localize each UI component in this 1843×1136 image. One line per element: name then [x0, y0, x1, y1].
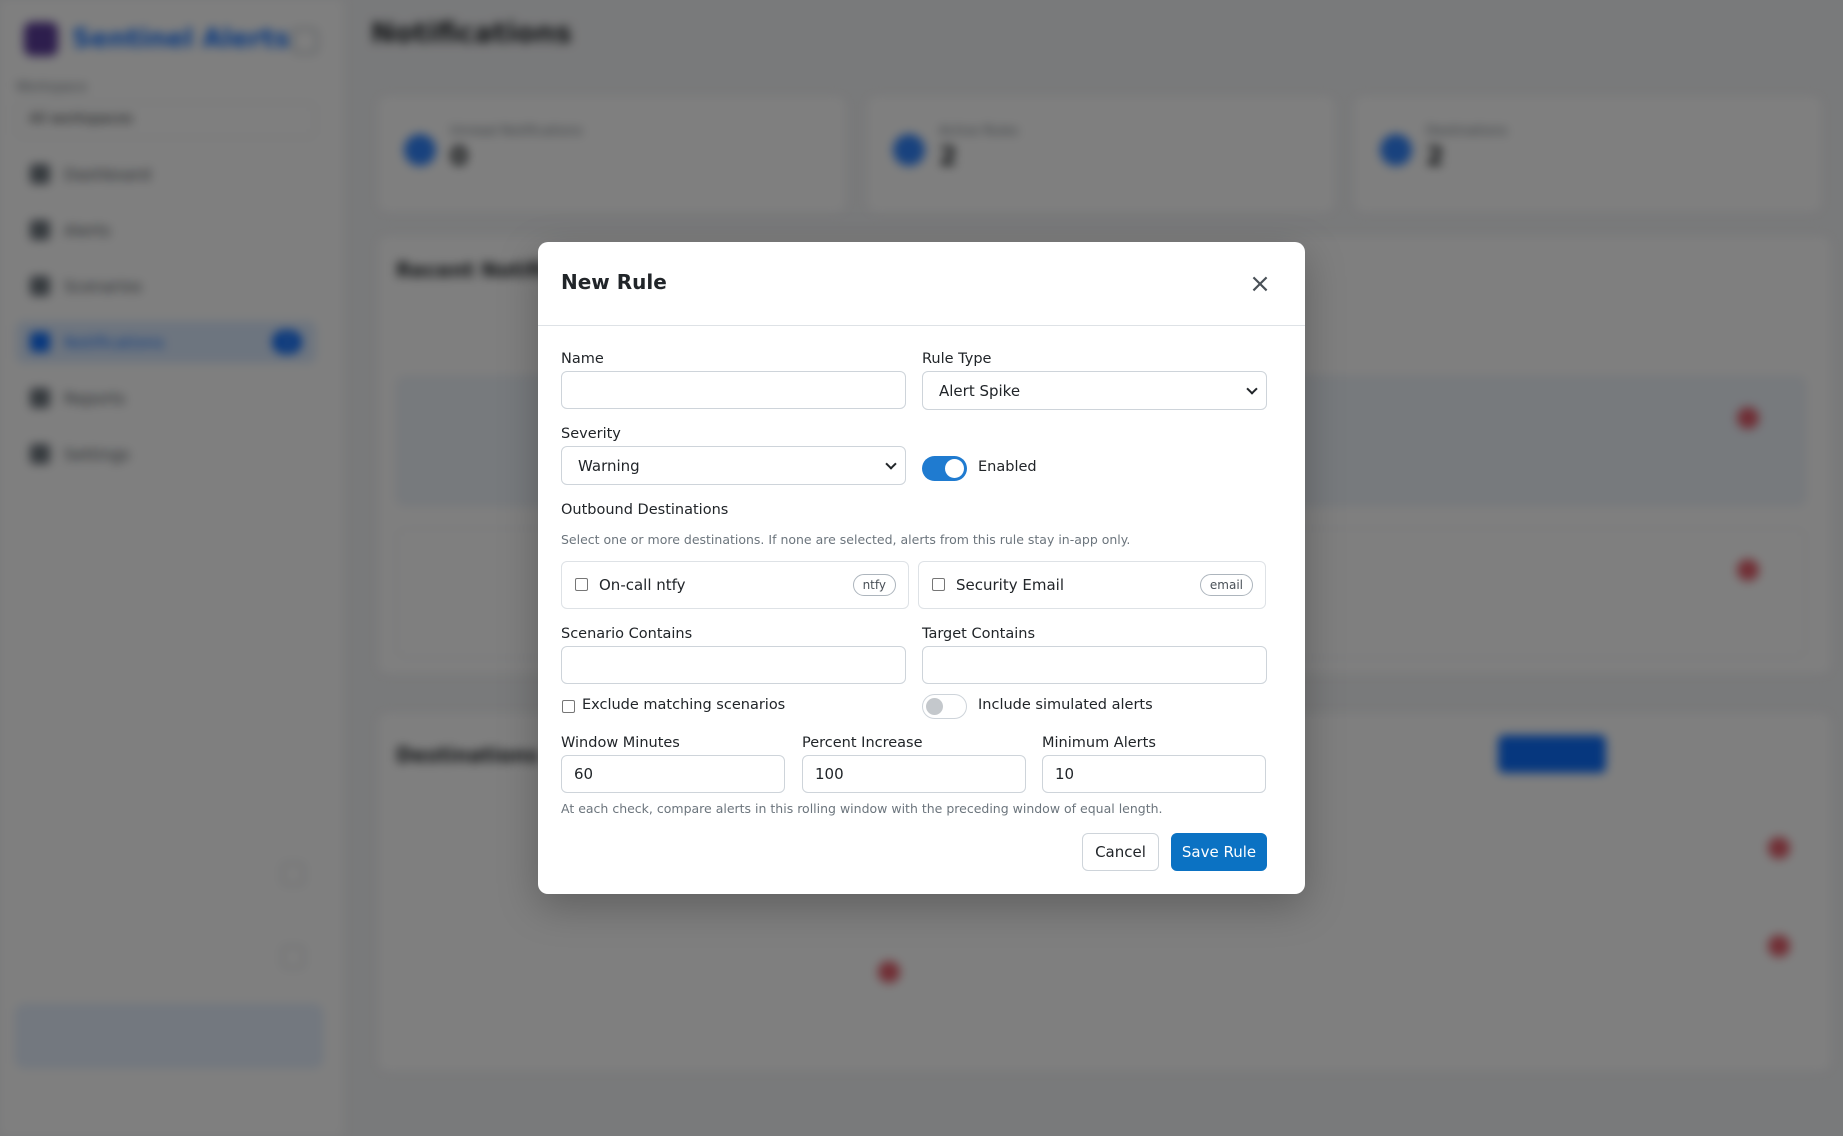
destination-type-badge: ntfy	[852, 574, 896, 596]
destination-name: On-call ntfy	[599, 576, 686, 594]
outbound-destinations-title: Outbound Destinations	[561, 502, 729, 518]
exclude-matching-checkbox[interactable]	[562, 700, 575, 713]
window-minutes-input[interactable]	[561, 755, 785, 793]
destination-type-badge: email	[1199, 574, 1253, 596]
destination-name: Security Email	[956, 576, 1064, 594]
destination-checkbox[interactable]	[575, 578, 588, 591]
window-minutes-label: Window Minutes	[561, 735, 680, 751]
include-simulated-label: Include simulated alerts	[978, 697, 1153, 713]
rule-type-select[interactable]: Alert Spike	[922, 371, 1267, 410]
target-contains-label: Target Contains	[922, 626, 1035, 642]
minimum-alerts-label: Minimum Alerts	[1042, 735, 1156, 751]
rule-type-value: Alert Spike	[939, 382, 1021, 400]
new-rule-modal: New Rule × Name Rule Type Alert Spike Se…	[538, 242, 1305, 894]
severity-select[interactable]: Warning	[561, 446, 906, 485]
enabled-label: Enabled	[978, 459, 1037, 475]
name-label: Name	[561, 351, 604, 367]
minimum-alerts-input[interactable]	[1042, 755, 1266, 793]
exclude-matching-label: Exclude matching scenarios	[582, 697, 786, 713]
severity-label: Severity	[561, 426, 621, 442]
rule-type-label: Rule Type	[922, 351, 992, 367]
destination-checkbox[interactable]	[932, 578, 945, 591]
severity-value: Warning	[578, 457, 640, 475]
modal-header: New Rule ×	[538, 242, 1305, 326]
target-contains-input[interactable]	[922, 646, 1267, 684]
save-rule-button[interactable]: Save Rule	[1171, 833, 1267, 871]
window-help-text: At each check, compare alerts in this ro…	[561, 801, 1163, 816]
enabled-toggle[interactable]	[922, 456, 967, 481]
outbound-destinations-help: Select one or more destinations. If none…	[561, 532, 1131, 547]
name-input[interactable]	[561, 371, 906, 409]
percent-increase-label: Percent Increase	[802, 735, 923, 751]
close-icon[interactable]: ×	[1245, 269, 1275, 299]
destination-option[interactable]: On-call ntfy ntfy	[561, 561, 909, 609]
scenario-contains-input[interactable]	[561, 646, 906, 684]
include-simulated-toggle[interactable]	[922, 694, 967, 719]
scenario-contains-label: Scenario Contains	[561, 626, 693, 642]
destination-option[interactable]: Security Email email	[918, 561, 1266, 609]
cancel-button[interactable]: Cancel	[1082, 833, 1159, 871]
chevron-down-icon	[1246, 383, 1258, 395]
percent-increase-input[interactable]	[802, 755, 1026, 793]
chevron-down-icon	[885, 458, 897, 470]
modal-title: New Rule	[561, 270, 667, 294]
